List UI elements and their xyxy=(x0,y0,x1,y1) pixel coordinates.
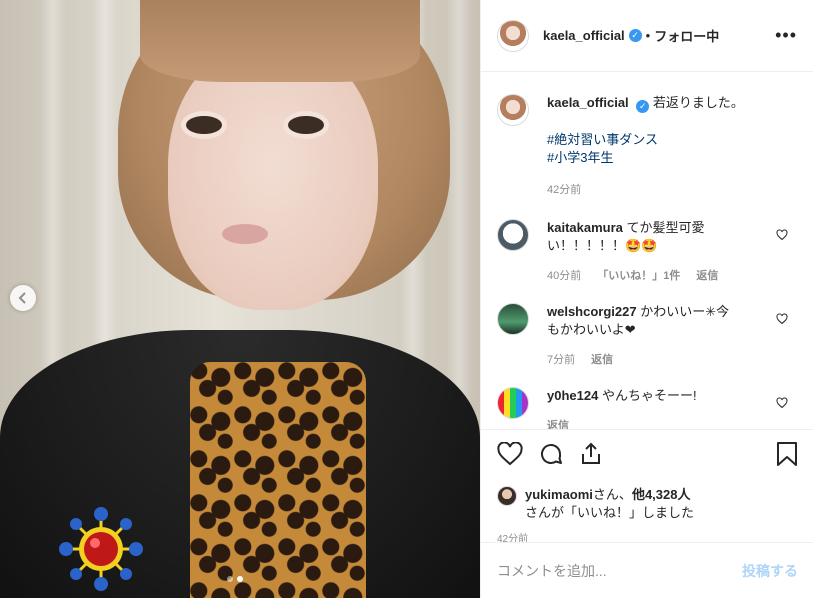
avatar[interactable] xyxy=(497,387,529,419)
heart-icon[interactable] xyxy=(776,397,788,409)
comment-row: y0he124 やんちゃそーー! 返信 xyxy=(481,387,813,429)
caption-username[interactable]: kaela_official xyxy=(547,95,629,110)
lips xyxy=(222,224,268,244)
heart-icon[interactable] xyxy=(776,313,788,325)
right-eye xyxy=(288,116,324,134)
caption-time: 42分前 xyxy=(547,184,582,196)
left-eye xyxy=(186,116,222,134)
comment-likes-link[interactable]: 「いいね！」1件 xyxy=(597,267,680,285)
caption: kaela_official ✓ 若返りました。 #絶対習い事ダンス #小学3年… xyxy=(481,72,813,199)
post-actions: yukimaomiさん、他4,328人 さんが「いいね！」しました 42分前 xyxy=(481,430,813,545)
avatar[interactable] xyxy=(497,94,529,126)
comment-composer: 投稿する xyxy=(481,542,813,598)
share-icon[interactable] xyxy=(579,442,603,466)
carousel-dots xyxy=(227,576,243,582)
bookmark-icon[interactable] xyxy=(776,442,798,466)
post-photo[interactable] xyxy=(0,0,480,598)
comment-time: 40分前 xyxy=(547,270,582,282)
likes-count-link[interactable]: 他4,328人 xyxy=(632,487,691,502)
leopard-top xyxy=(190,362,366,598)
chevron-left-icon xyxy=(18,292,26,304)
carousel-prev-button[interactable] xyxy=(10,285,36,311)
separator-dot: • xyxy=(645,28,651,43)
likes-mid-text: さん、 xyxy=(592,487,632,502)
comment-time: 7分前 xyxy=(547,354,576,366)
post-comment-button[interactable]: 投稿する xyxy=(742,561,798,581)
heart-icon[interactable] xyxy=(776,229,788,241)
comment-username[interactable]: y0he124 xyxy=(547,388,598,403)
verified-badge-icon: ✓ xyxy=(628,29,642,42)
comment-text: やんちゃそーー! xyxy=(601,388,697,403)
verified-badge-icon: ✓ xyxy=(636,100,650,113)
more-icon[interactable]: ••• xyxy=(775,25,797,46)
post-side-panel: kaela_official ✓ • フォロー中 ••• kaela_offic… xyxy=(480,0,813,598)
carousel-dot xyxy=(227,576,233,582)
likes-summary: yukimaomiさん、他4,328人 さんが「いいね！」しました xyxy=(497,486,798,522)
avatar[interactable] xyxy=(497,486,517,506)
hashtag-link[interactable]: #絶対習い事ダンス xyxy=(547,131,797,149)
comment-username[interactable]: welshcorgi227 xyxy=(547,304,637,319)
reply-button[interactable]: 返信 xyxy=(591,351,613,369)
bangs xyxy=(140,0,420,82)
comment-row: welshcorgi227 かわいいー✳今もかわいいよ❤ 7分前 返信 xyxy=(481,303,813,369)
comment-row: kaitakamura てか髪型可愛い！！！！！🤩🤩 40分前 「いいね！」1件… xyxy=(481,219,813,285)
face xyxy=(168,42,378,310)
liker-username[interactable]: yukimaomi xyxy=(525,487,593,502)
follow-status-button[interactable]: フォロー中 xyxy=(654,26,719,45)
avatar[interactable] xyxy=(497,303,529,335)
reply-button[interactable]: 返信 xyxy=(547,417,569,429)
post-header: kaela_official ✓ • フォロー中 ••• xyxy=(481,0,813,72)
carousel-dot-active xyxy=(237,576,243,582)
caption-text: 若返りました。 xyxy=(652,95,744,110)
like-heart-icon[interactable] xyxy=(497,442,523,466)
comment-icon[interactable] xyxy=(539,442,563,466)
author-username[interactable]: kaela_official xyxy=(543,28,625,43)
comment-input[interactable] xyxy=(497,562,727,579)
likes-rest-text: さんが「いいね！」しました xyxy=(525,505,695,520)
avatar[interactable] xyxy=(497,19,529,52)
comments-section[interactable]: kaela_official ✓ 若返りました。 #絶対習い事ダンス #小学3年… xyxy=(481,72,813,430)
avatar[interactable] xyxy=(497,219,529,251)
comment-username[interactable]: kaitakamura xyxy=(547,220,623,235)
hashtag-link[interactable]: #小学3年生 xyxy=(547,149,797,167)
reply-button[interactable]: 返信 xyxy=(696,267,718,285)
flower-sticker-icon xyxy=(59,507,143,591)
